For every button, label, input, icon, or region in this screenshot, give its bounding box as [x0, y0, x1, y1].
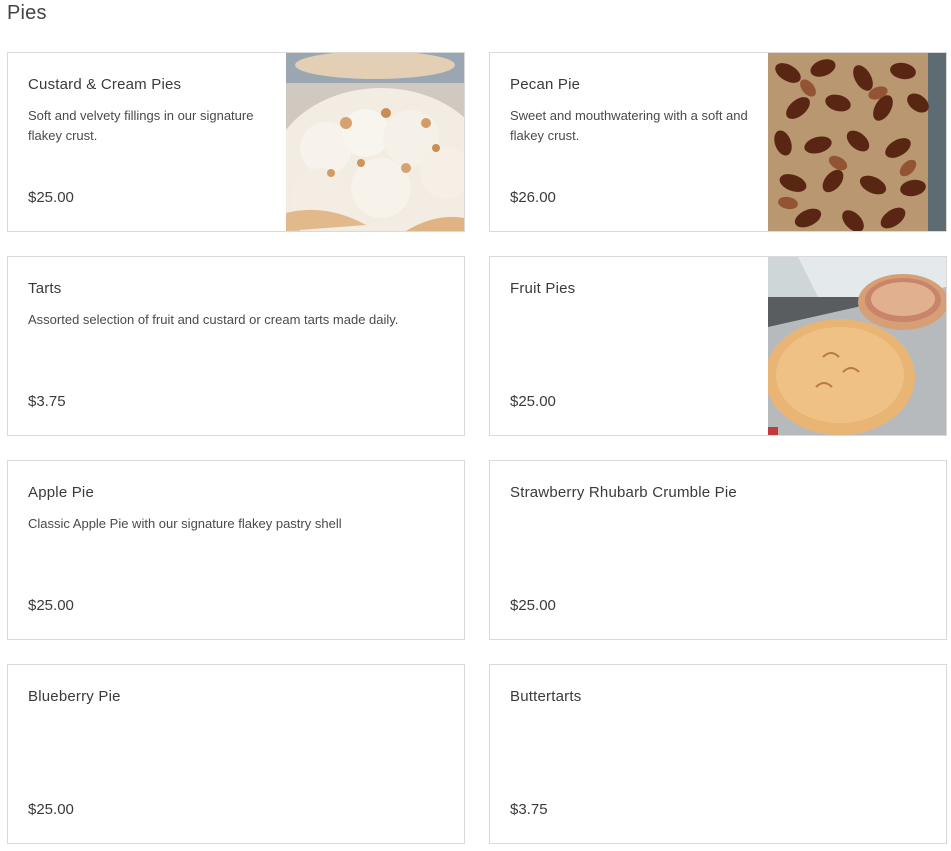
- menu-item-name: Blueberry Pie: [28, 688, 121, 705]
- menu-item-name: Tarts: [28, 280, 62, 297]
- menu-item-card[interactable]: Apple Pie Classic Apple Pie with our sig…: [7, 460, 465, 640]
- menu-item-price: $25.00: [28, 189, 74, 206]
- menu-item-description: Assorted selection of fruit and custard …: [28, 312, 399, 327]
- menu-item-price: $3.75: [510, 801, 548, 818]
- menu-item-card[interactable]: Strawberry Rhubarb Crumble Pie $25.00: [489, 460, 947, 640]
- menu-item-price: $26.00: [510, 189, 556, 206]
- menu-item-price: $25.00: [28, 597, 74, 614]
- menu-item-description: Classic Apple Pie with our signature fla…: [28, 516, 342, 531]
- menu-item-card[interactable]: Pecan Pie Sweet and mouthwatering with a…: [489, 52, 947, 232]
- menu-item-name: Strawberry Rhubarb Crumble Pie: [510, 484, 737, 501]
- menu-item-name: Buttertarts: [510, 688, 582, 705]
- menu-item-name: Pecan Pie: [510, 76, 581, 93]
- menu-item-card[interactable]: Custard & Cream Pies Soft and velvety fi…: [7, 52, 465, 232]
- menu-item-card[interactable]: Tarts Assorted selection of fruit and cu…: [7, 256, 465, 436]
- fruit-pies-photo: [768, 257, 946, 435]
- cream-pie-photo: [286, 53, 464, 231]
- menu-item-description: Sweet and mouthwatering with a soft and …: [510, 108, 748, 143]
- menu-item-description: Soft and velvety fillings in our signatu…: [28, 108, 254, 143]
- menu-item-card[interactable]: Buttertarts $3.75: [489, 664, 947, 844]
- menu-item-price: $25.00: [28, 801, 74, 818]
- menu-item-card[interactable]: Blueberry Pie $25.00: [7, 664, 465, 844]
- pecans-photo: [768, 53, 946, 231]
- menu-item-card[interactable]: Fruit Pies $25.00: [489, 256, 947, 436]
- section-title: Pies: [7, 2, 47, 24]
- menu-item-price: $25.00: [510, 393, 556, 410]
- menu-item-name: Fruit Pies: [510, 280, 576, 297]
- menu-item-name: Custard & Cream Pies: [28, 76, 182, 93]
- menu-item-price: $3.75: [28, 393, 66, 410]
- menu-item-name: Apple Pie: [28, 484, 95, 501]
- menu-item-price: $25.00: [510, 597, 556, 614]
